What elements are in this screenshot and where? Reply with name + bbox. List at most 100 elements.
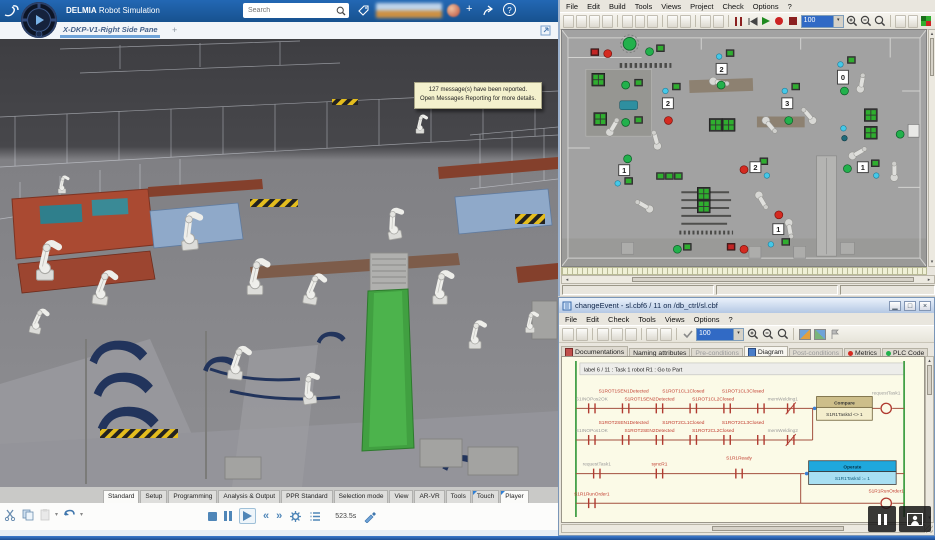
ribbon-tab-view[interactable]: View [389, 490, 413, 503]
compare-block[interactable]: Compare S1R1TaskId <> 1 [817, 397, 873, 421]
zoom-combobox[interactable]: 100 ▾ [696, 328, 744, 341]
fast-forward-icon[interactable]: » [276, 511, 282, 521]
menu-item[interactable]: Edit [586, 315, 599, 324]
menu-item[interactable]: Project [690, 2, 713, 11]
menu-item[interactable]: Edit [587, 2, 600, 11]
redo-icon[interactable] [680, 15, 691, 28]
menu-item[interactable]: Options [694, 315, 720, 324]
redo-icon[interactable] [660, 328, 672, 341]
add-app-button[interactable]: + [466, 3, 472, 15]
save-icon[interactable] [562, 328, 574, 341]
zoom-combobox[interactable]: 100 ▾ [801, 15, 844, 28]
maximize-button[interactable]: □ [904, 301, 916, 311]
undo-icon[interactable] [62, 508, 76, 521]
status-grid-icon[interactable] [920, 15, 932, 28]
cut-icon[interactable] [597, 328, 609, 341]
undo-icon[interactable] [667, 15, 678, 28]
copy-icon[interactable] [611, 328, 623, 341]
zoom-in-icon[interactable] [746, 328, 759, 341]
ribbon-tab-player[interactable]: Player [500, 490, 528, 503]
new-tab-button[interactable]: + [172, 25, 177, 35]
menu-item[interactable]: File [566, 2, 578, 11]
open-icon[interactable] [576, 15, 587, 28]
paste-icon[interactable] [647, 15, 658, 28]
layout-vertical-scrollbar[interactable]: ▴ ▾ [928, 29, 935, 267]
menu-item[interactable]: Tools [638, 315, 656, 324]
panel-icon[interactable] [895, 15, 906, 28]
schedule-list-icon[interactable] [309, 510, 322, 523]
share-icon[interactable] [482, 4, 496, 17]
message-notification[interactable]: 127 message(s) have been reported. Open … [414, 82, 542, 109]
copy-icon[interactable] [21, 508, 34, 521]
layout-horizontal-scrollbar[interactable]: ◂ ▸ [561, 275, 935, 284]
stop-button[interactable] [208, 512, 217, 521]
ribbon-tab-arvr[interactable]: AR-VR [414, 490, 444, 503]
ribbon-tab-ppr[interactable]: PPR Standard [281, 490, 333, 503]
menu-item[interactable]: Check [608, 315, 629, 324]
scrollbar-thumb[interactable] [632, 277, 914, 282]
new-icon[interactable] [563, 15, 574, 28]
sim-play-icon[interactable] [760, 15, 772, 28]
scrollbar-thumb[interactable] [712, 526, 844, 531]
zoom-out-icon[interactable] [860, 15, 872, 28]
document-tab[interactable]: X-DKP-V1-Right Side Pane [63, 25, 158, 34]
ribbon-tab-standard[interactable]: Standard [103, 490, 139, 503]
ribbon-tab-touch[interactable]: Touch [472, 490, 499, 503]
ribbon-tab-analysis[interactable]: Analysis & Output [218, 490, 280, 503]
ribbon-tab-selection[interactable]: Selection mode [334, 490, 389, 503]
save-icon[interactable] [589, 15, 600, 28]
image2-icon[interactable] [813, 328, 826, 341]
print-icon[interactable] [602, 15, 613, 28]
search-input[interactable] [246, 6, 336, 15]
zoom-in-icon[interactable] [846, 15, 858, 28]
3d-viewport[interactable]: 127 message(s) have been reported. Open … [0, 39, 558, 487]
check-icon[interactable] [681, 328, 694, 341]
image-icon[interactable] [798, 328, 811, 341]
sim-record-icon[interactable] [773, 15, 785, 28]
presenter-pip-button[interactable] [899, 506, 931, 532]
player-settings-gear-icon[interactable] [289, 510, 302, 523]
sim-stop-icon[interactable] [787, 15, 799, 28]
ladder-vertical-scrollbar[interactable]: ▴ ▾ [925, 356, 934, 523]
help-button[interactable]: ? [503, 3, 516, 16]
operate-block[interactable]: Operate S1R1TaskId := 1 [809, 461, 897, 485]
copy-icon[interactable] [635, 15, 646, 28]
scroll-left-arrow[interactable]: ◂ [564, 277, 570, 283]
search-box[interactable] [243, 3, 349, 18]
scrollbar-thumb[interactable] [930, 38, 934, 76]
rewind-icon[interactable]: « [263, 511, 269, 521]
probe-pen-icon[interactable] [363, 510, 377, 523]
menu-item[interactable]: ? [729, 315, 733, 324]
ribbon-tab-programming[interactable]: Programming [168, 490, 217, 503]
sim-step-icon[interactable] [746, 15, 758, 28]
menu-item[interactable]: Options [753, 2, 779, 11]
scroll-down-arrow[interactable]: ▾ [929, 259, 935, 265]
zoom-out-icon[interactable] [761, 328, 774, 341]
scrollbar-thumb[interactable] [927, 365, 932, 395]
print-icon[interactable] [576, 328, 588, 341]
avatar[interactable] [447, 4, 460, 17]
panel2-icon[interactable] [908, 15, 919, 28]
search-icon[interactable] [336, 6, 346, 16]
video-pause-button[interactable] [868, 506, 896, 532]
menu-item[interactable]: Views [661, 2, 681, 11]
tag-icon[interactable] [357, 4, 370, 17]
ladder-titlebar[interactable]: changeEvent - sl.cbf6 / 11 on /db_ctrl/s… [559, 298, 934, 313]
undo-dropdown-caret[interactable]: ▾ [80, 511, 83, 518]
zoom-fit-icon[interactable] [776, 328, 789, 341]
ribbon-tab-tools[interactable]: Tools [446, 490, 471, 503]
sim-pause-icon[interactable] [733, 15, 745, 28]
scroll-up-arrow[interactable]: ▴ [929, 31, 935, 37]
menu-item[interactable]: ? [788, 2, 792, 11]
close-button[interactable]: × [919, 301, 931, 311]
paste-icon[interactable] [625, 328, 637, 341]
zoom-fit-icon[interactable] [874, 15, 886, 28]
minimize-button[interactable]: ▁ [889, 301, 901, 311]
combo-dropdown-caret[interactable]: ▾ [833, 16, 843, 27]
user-account-redacted[interactable] [376, 3, 442, 18]
combo-dropdown-caret[interactable]: ▾ [733, 329, 743, 340]
menu-item[interactable]: Views [665, 315, 685, 324]
paste-dropdown-caret[interactable]: ▾ [55, 511, 58, 518]
undo-icon[interactable] [646, 328, 658, 341]
flag-icon[interactable] [828, 328, 841, 341]
